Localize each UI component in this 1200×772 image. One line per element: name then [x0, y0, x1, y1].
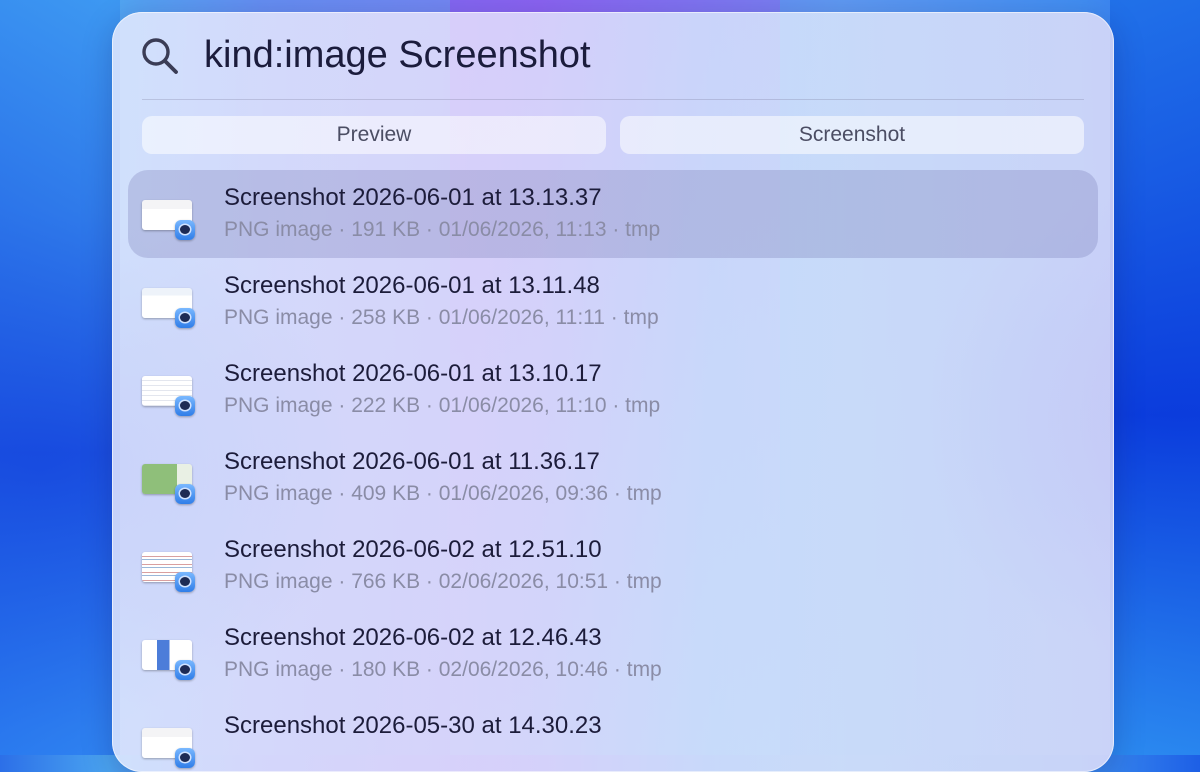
- file-thumbnail-icon: [142, 374, 198, 416]
- preview-app-icon: [175, 484, 195, 504]
- result-item[interactable]: Screenshot 2026-06-01 at 13.11.48 PNG ima…: [128, 258, 1098, 346]
- preview-app-icon: [175, 220, 195, 240]
- result-metadata: PNG image · 180 KB · 02/06/2026, 10:46 ·…: [224, 658, 662, 681]
- preview-app-icon: [175, 396, 195, 416]
- spotlight-panel: Preview Screenshot Screenshot 2026-06-01…: [112, 12, 1114, 772]
- divider: [142, 99, 1084, 100]
- file-thumbnail-icon: [142, 462, 198, 504]
- result-metadata: PNG image · 258 KB · 01/06/2026, 11:11 ·…: [224, 306, 659, 329]
- preview-app-icon: [175, 660, 195, 680]
- result-title: Screenshot 2026-06-01 at 13.10.17: [224, 360, 602, 387]
- result-metadata: PNG image · 409 KB · 01/06/2026, 09:36 ·…: [224, 482, 662, 505]
- result-title: Screenshot 2026-05-30 at 14.30.23: [224, 712, 602, 739]
- result-title: Screenshot 2026-06-01 at 13.13.37: [224, 184, 602, 211]
- file-thumbnail-icon: [142, 286, 198, 328]
- search-bar: [112, 12, 1114, 100]
- result-item[interactable]: Screenshot 2026-06-01 at 11.36.17 PNG ima…: [128, 434, 1098, 522]
- result-metadata: PNG image · 222 KB · 01/06/2026, 11:10 ·…: [224, 394, 661, 417]
- result-item[interactable]: Screenshot 2026-06-01 at 13.13.37 PNG ima…: [128, 170, 1098, 258]
- result-metadata: PNG image · 766 KB · 02/06/2026, 10:51 ·…: [224, 570, 662, 593]
- results-list: Screenshot 2026-06-01 at 13.13.37 PNG ima…: [128, 170, 1098, 772]
- preview-app-icon: [175, 308, 195, 328]
- file-thumbnail-icon: [142, 550, 198, 592]
- search-icon: [142, 38, 178, 74]
- file-thumbnail-icon: [142, 638, 198, 680]
- filter-bar: Preview Screenshot: [142, 116, 1084, 154]
- result-item[interactable]: Screenshot 2026-06-01 at 13.10.17 PNG ima…: [128, 346, 1098, 434]
- filter-preview-button[interactable]: Preview: [142, 116, 606, 154]
- filter-screenshot-button[interactable]: Screenshot: [620, 116, 1084, 154]
- result-metadata: PNG image · 191 KB · 01/06/2026, 11:13 ·…: [224, 218, 661, 241]
- result-title: Screenshot 2026-06-02 at 12.51.10: [224, 536, 602, 563]
- result-item[interactable]: Screenshot 2026-05-30 at 14.30.23: [128, 698, 1098, 772]
- result-item[interactable]: Screenshot 2026-06-02 at 12.46.43 PNG ima…: [128, 610, 1098, 698]
- preview-app-icon: [175, 748, 195, 768]
- result-title: Screenshot 2026-06-01 at 11.36.17: [224, 448, 600, 475]
- preview-app-icon: [175, 572, 195, 592]
- result-item[interactable]: Screenshot 2026-06-02 at 12.51.10 PNG ima…: [128, 522, 1098, 610]
- result-title: Screenshot 2026-06-02 at 12.46.43: [224, 624, 602, 651]
- file-thumbnail-icon: [142, 198, 198, 240]
- file-thumbnail-icon: [142, 726, 198, 768]
- result-title: Screenshot 2026-06-01 at 13.11.48: [224, 272, 600, 299]
- search-input[interactable]: [204, 32, 1064, 78]
